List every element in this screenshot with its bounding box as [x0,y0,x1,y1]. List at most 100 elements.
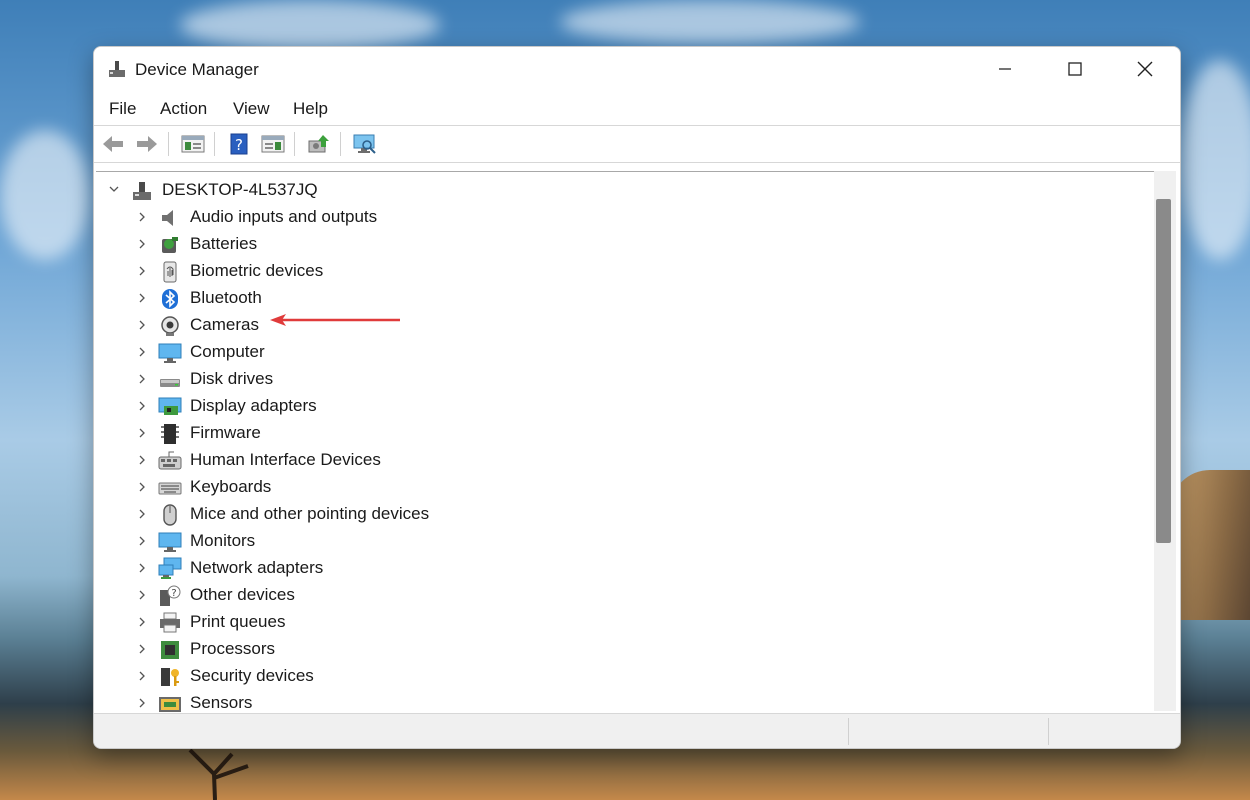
chevron-right-icon[interactable] [136,615,148,629]
tree-item-computer[interactable]: Computer [96,340,696,367]
chevron-right-icon[interactable] [136,372,148,386]
device-tree[interactable]: DESKTOP-4L537JQ Audio inputs and outputs… [96,171,1154,712]
vertical-scrollbar[interactable] [1154,171,1176,711]
toolbar: ? [94,125,1180,163]
menu-view[interactable]: View [233,99,270,119]
disk-drive-icon [160,379,180,387]
toolbar-separator [294,132,295,156]
update-driver-button[interactable] [306,132,332,156]
update-driver-icon [308,135,329,153]
tree-item-disk-drives[interactable]: Disk drives [96,367,696,394]
tree-item-other-devices[interactable]: ? Other devices [96,583,696,610]
scan-hardware-button[interactable] [352,132,378,156]
properties-icon [181,135,205,153]
toolbar-separator [168,132,169,156]
printer-icon [160,612,180,633]
maximize-icon [1068,62,1082,76]
tree-item-mice-and-other-pointing-devices[interactable]: Mice and other pointing devices [96,502,696,529]
properties-button[interactable] [180,132,206,156]
back-button[interactable] [100,132,126,156]
chevron-right-icon[interactable] [136,588,148,602]
chevron-right-icon[interactable] [136,345,148,359]
tree-item-firmware[interactable]: Firmware [96,421,696,448]
chevron-right-icon[interactable] [136,237,148,251]
maximize-button[interactable] [1040,47,1110,91]
minimize-button[interactable] [970,47,1040,91]
close-icon [1137,61,1153,77]
computer-icon [158,343,182,363]
fingerprint-icon [163,261,177,283]
chevron-right-icon[interactable] [136,480,148,494]
close-button[interactable] [1110,47,1180,91]
tree-item-label: Cameras [190,315,259,334]
chevron-right-icon[interactable] [136,318,148,332]
tree-item-label: Sensors [190,693,253,712]
chevron-right-icon[interactable] [136,291,148,305]
tree-item-batteries[interactable]: Batteries [96,232,696,259]
action-pane-icon [261,135,285,153]
keyboard-icon [158,482,182,495]
tree-item-label: Human Interface Devices [190,450,381,469]
chevron-right-icon[interactable] [136,696,148,710]
chevron-right-icon[interactable] [136,642,148,656]
security-device-icon [161,668,179,686]
tree-item-label: Disk drives [190,369,274,388]
tree-item-network-adapters[interactable]: Network adapters [96,556,696,583]
annotation-arrow [270,314,400,326]
tree-root-row[interactable]: DESKTOP-4L537JQ [96,178,696,204]
chevron-right-icon[interactable] [136,399,148,413]
processor-icon [161,641,179,659]
chevron-right-icon[interactable] [136,264,148,278]
device-manager-window: Device Manager File Action View Help ? D… [93,46,1181,749]
chevron-right-icon[interactable] [136,507,148,521]
minimize-icon [999,68,1011,70]
chevron-right-icon[interactable] [136,669,148,683]
chevron-right-icon[interactable] [136,426,148,440]
battery-icon [162,237,178,253]
menu-file[interactable]: File [109,99,136,119]
chevron-right-icon[interactable] [136,210,148,224]
computer-root-icon [133,182,151,200]
tree-item-print-queues[interactable]: Print queues [96,610,696,637]
menu-action[interactable]: Action [160,99,207,119]
tree-item-biometric-devices[interactable]: Biometric devices [96,259,696,286]
monitor-icon [158,532,182,552]
scan-hardware-icon [353,134,376,154]
svg-text:?: ? [171,588,176,599]
chevron-right-icon[interactable] [136,561,148,575]
wallpaper-cloud [180,0,440,50]
chevron-right-icon[interactable] [136,534,148,548]
scrollbar-thumb[interactable] [1156,199,1171,543]
tree-item-label: Audio inputs and outputs [190,207,378,226]
tree-item-human-interface-devices[interactable]: Human Interface Devices [96,448,696,475]
tree-item-label: Display adapters [190,396,317,415]
tree-item-label: Print queues [190,612,286,631]
tree-item-label: Keyboards [190,477,272,496]
tree-item-audio-inputs-and-outputs[interactable]: Audio inputs and outputs [96,205,696,232]
tree-item-display-adapters[interactable]: Display adapters [96,394,696,421]
help-button[interactable]: ? [226,132,252,156]
wallpaper-cloud [1180,60,1250,260]
tree-item-keyboards[interactable]: Keyboards [96,475,696,502]
menu-help[interactable]: Help [293,99,328,119]
device-manager-icon [109,61,125,77]
chevron-right-icon[interactable] [136,453,148,467]
tree-item-monitors[interactable]: Monitors [96,529,696,556]
unknown-device-icon: ? [160,585,181,606]
tree-item-processors[interactable]: Processors [96,637,696,664]
tree-item-security-devices[interactable]: Security devices [96,664,696,691]
action-pane-button[interactable] [260,132,286,156]
tree-item-label: Security devices [190,666,314,685]
tree-item-sensors[interactable]: Sensors [96,691,696,712]
title-bar[interactable]: Device Manager [94,47,1180,91]
window-title: Device Manager [135,60,259,79]
status-divider [1048,718,1049,745]
forward-button[interactable] [134,132,160,156]
tree-item-label: Biometric devices [190,261,324,280]
tree-item-label: Computer [190,342,265,361]
chevron-down-icon[interactable] [108,182,120,200]
tree-item-bluetooth[interactable]: Bluetooth [96,286,696,313]
toolbar-separator [340,132,341,156]
svg-text:?: ? [235,136,243,154]
mouse-icon [163,504,177,526]
